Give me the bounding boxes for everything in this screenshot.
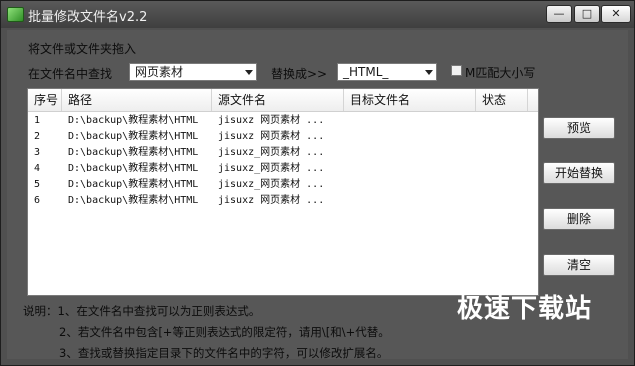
column-header-path[interactable]: 路径 (62, 89, 212, 111)
file-list-table[interactable]: 序号 路径 源文件名 目标文件名 状态 1 D:\backup\教程素材\HTML… (27, 88, 539, 296)
note-line-2: 2、若文件名中包含[+等正则表达式的限定符，请用\[和\+代替。 (59, 325, 390, 339)
drop-hint: 将文件或文件夹拖入 (28, 42, 137, 56)
replace-combobox[interactable]: _HTML_ (337, 63, 437, 81)
cell-path: D:\backup\教程素材\HTML (68, 195, 199, 206)
cell-path: D:\backup\教程素材\HTML (68, 179, 199, 190)
table-row[interactable]: 5 D:\backup\教程素材\HTML jisuxz_网页素材 ... (28, 177, 538, 193)
cell-target (350, 145, 476, 161)
cell-status (482, 193, 534, 209)
cell-source: jisuxz 网页素材 ... (218, 115, 325, 126)
note-line-3: 3、查找或替换指定目录下的文件名中的字符，可以修改扩展名。 (59, 346, 389, 360)
clear-button[interactable]: 清空 (543, 254, 615, 276)
cell-path: D:\backup\教程素材\HTML (68, 131, 199, 142)
cell-source: jisuxz 网页素材 ... (218, 131, 325, 142)
cell-number: 4 (34, 163, 41, 174)
cell-target (350, 129, 476, 145)
replace-dropdown-arrow-icon[interactable] (425, 70, 433, 75)
cell-status (482, 113, 534, 129)
cell-target (350, 177, 476, 193)
watermark-logo: 极速下载站 (457, 294, 593, 324)
table-row[interactable]: 4 D:\backup\教程素材\HTML jisuxz_网页素材 ... (28, 161, 538, 177)
cell-number: 6 (34, 195, 41, 206)
close-button[interactable]: ✕ (601, 5, 631, 23)
table-header: 序号 路径 源文件名 目标文件名 状态 (28, 89, 538, 112)
replace-value: _HTML_ (343, 65, 389, 79)
cell-path: D:\backup\教程素材\HTML (68, 147, 199, 158)
main-window: 批量修改文件名v2.2 — □ ✕ 将文件或文件夹拖入 在文件名中查找 网页素材… (0, 0, 635, 366)
cell-source: jisuxz_网页素材 ... (218, 163, 325, 174)
cell-source: jisuxz 网页素材 ... (218, 195, 325, 206)
cell-number: 2 (34, 131, 41, 142)
cell-path: D:\backup\教程素材\HTML (68, 115, 199, 126)
cell-source: jisuxz_网页素材 ... (218, 147, 325, 158)
cell-source: jisuxz_网页素材 ... (218, 179, 325, 190)
match-case-checkbox[interactable] (451, 65, 462, 76)
title-bar[interactable]: 批量修改文件名v2.2 — □ ✕ (1, 1, 634, 28)
replace-label: 替换成>> (271, 67, 328, 81)
minimize-button[interactable]: — (546, 5, 572, 23)
note-line-1: 说明：1、在文件名中查找可以为正则表达式。 (23, 304, 261, 318)
start-replace-button[interactable]: 开始替换 (543, 162, 615, 184)
table-row[interactable]: 3 D:\backup\教程素材\HTML jisuxz_网页素材 ... (28, 145, 538, 161)
window-title: 批量修改文件名v2.2 (28, 10, 148, 25)
cell-target (350, 161, 476, 177)
cell-number: 5 (34, 179, 41, 190)
cell-number: 1 (34, 115, 41, 126)
cell-status (482, 161, 534, 177)
column-header-status[interactable]: 状态 (476, 89, 528, 111)
find-dropdown-arrow-icon[interactable] (245, 70, 253, 75)
cell-number: 3 (34, 147, 41, 158)
column-header-source[interactable]: 源文件名 (212, 89, 344, 111)
table-row[interactable]: 6 D:\backup\教程素材\HTML jisuxz 网页素材 ... (28, 193, 538, 209)
cell-target (350, 113, 476, 129)
client-area: 将文件或文件夹拖入 在文件名中查找 网页素材 替换成>> _HTML_ M匹配大… (7, 30, 628, 360)
app-icon (7, 7, 24, 22)
find-combobox[interactable]: 网页素材 (129, 63, 257, 81)
match-case-label[interactable]: M匹配大小写 (465, 64, 535, 81)
cell-status (482, 129, 534, 145)
column-header-target[interactable]: 目标文件名 (344, 89, 476, 111)
table-row[interactable]: 1 D:\backup\教程素材\HTML jisuxz 网页素材 ... (28, 113, 538, 129)
cell-path: D:\backup\教程素材\HTML (68, 163, 199, 174)
cell-status (482, 145, 534, 161)
find-value: 网页素材 (135, 65, 184, 79)
find-label: 在文件名中查找 (28, 67, 113, 81)
column-header-number[interactable]: 序号 (28, 89, 62, 111)
cell-status (482, 177, 534, 193)
cell-target (350, 193, 476, 209)
preview-button[interactable]: 预览 (543, 117, 615, 139)
maximize-button[interactable]: □ (574, 5, 600, 23)
table-row[interactable]: 2 D:\backup\教程素材\HTML jisuxz 网页素材 ... (28, 129, 538, 145)
delete-button[interactable]: 删除 (543, 208, 615, 230)
